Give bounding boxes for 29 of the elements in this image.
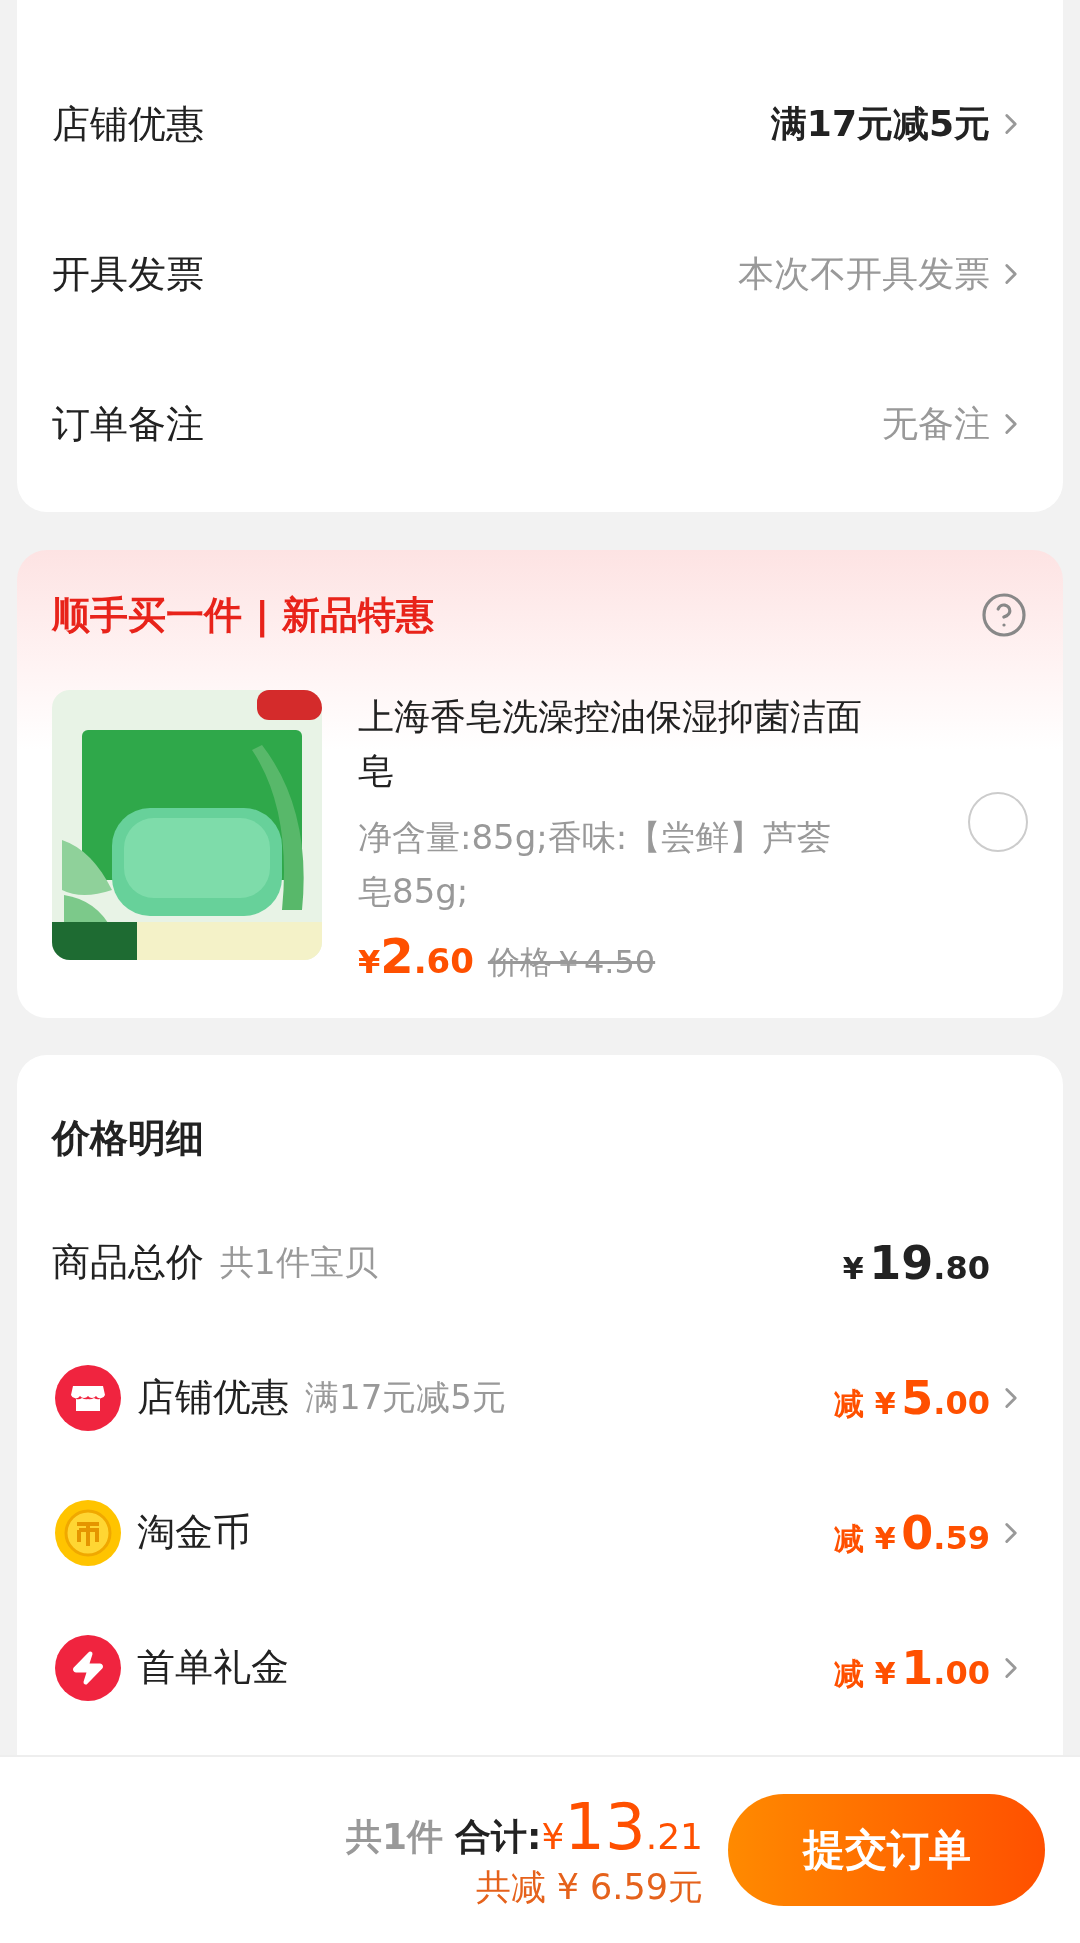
section-title: 价格明细 (52, 1115, 205, 1162)
option-label: 订单备注 (52, 400, 204, 448)
product-price: ¥2.60 (358, 928, 474, 984)
saved-amount: 共减 ¥ 6.59元 (475, 1865, 703, 1909)
price-note: 满17元减5元 (305, 1375, 506, 1419)
select-radio[interactable] (968, 792, 1028, 852)
option-value[interactable]: 满17元减5元 (770, 99, 990, 149)
help-icon[interactable] (980, 591, 1028, 639)
price-amount: 减 ¥5.00 (834, 1370, 990, 1425)
option-value[interactable]: 本次不开具发票 (738, 249, 990, 299)
price-label: 店铺优惠 (137, 1374, 289, 1421)
product-title[interactable]: 上海香皂洗澡控油保湿抑菌洁面 皂 (358, 690, 932, 798)
price-note: 共1件宝贝 (220, 1240, 378, 1284)
original-price: 价格￥4.50 (487, 942, 656, 983)
option-value[interactable]: 无备注 (882, 399, 990, 449)
price-amount: 减 ¥0.59 (834, 1505, 990, 1560)
option-label: 店铺优惠 (52, 100, 204, 148)
price-label: 商品总价 (52, 1239, 204, 1286)
price-label: 淘金币 (137, 1509, 251, 1556)
option-label: 开具发票 (52, 250, 204, 298)
item-count: 共1件 (345, 1814, 443, 1859)
product-spec: 净含量:85g;香味:【尝鲜】芦荟 皂85g; (358, 816, 833, 913)
total-label: 合计: (455, 1814, 542, 1859)
submit-order-button[interactable]: 提交订单 (728, 1794, 1045, 1906)
price-label: 首单礼金 (137, 1644, 289, 1691)
price-amount: ¥19.80 (842, 1235, 990, 1290)
addon-title: 顺手买一件 | 新品特惠 (52, 591, 435, 640)
price-amount: 减 ¥1.00 (834, 1640, 990, 1695)
total-price: ¥13.21 (541, 1789, 703, 1864)
